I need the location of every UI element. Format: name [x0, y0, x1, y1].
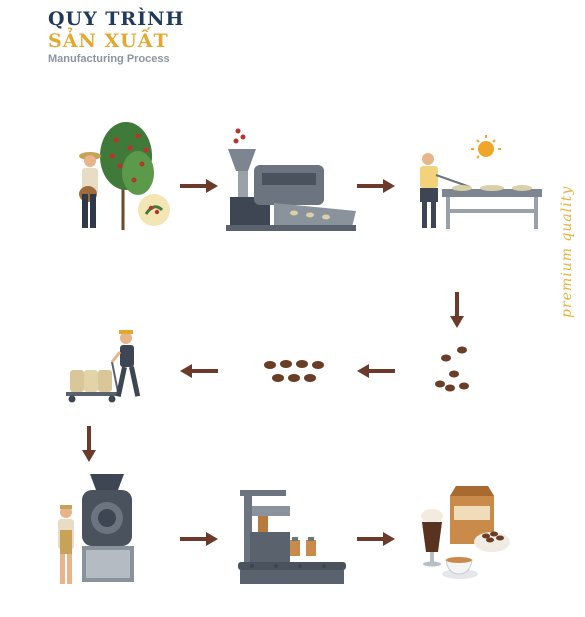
title-line-1: QUY TRÌNH: [48, 8, 185, 30]
sun-drying-icon: [420, 135, 542, 229]
premium-quality-tag: premium quality: [559, 185, 575, 318]
title-line-2: SẢN XUẤT: [48, 30, 169, 52]
title-subtitle: Manufacturing Process: [48, 53, 170, 65]
arrow-right-icon: [357, 179, 395, 193]
arrow-right-icon: [357, 532, 395, 546]
coffee-products-icon: [421, 486, 510, 579]
title-block: QUY TRÌNH SẢN XUẤT Manufacturing Process: [48, 8, 184, 65]
roaster-icon: [58, 474, 134, 584]
sorted-beans-icon: [264, 360, 324, 382]
arrow-left-icon: [180, 364, 218, 378]
coffee-harvest-icon: [79, 122, 170, 230]
arrow-down-icon: [450, 292, 464, 328]
arrow-down-icon: [82, 426, 96, 462]
arrow-left-icon: [357, 364, 395, 378]
washing-machine-icon: [226, 128, 356, 231]
arrow-right-icon: [180, 532, 218, 546]
packaging-line-icon: [238, 490, 346, 584]
bagging-cart-icon: [66, 330, 141, 403]
arrow-right-icon: [180, 179, 218, 193]
green-beans-icon: [435, 346, 469, 392]
